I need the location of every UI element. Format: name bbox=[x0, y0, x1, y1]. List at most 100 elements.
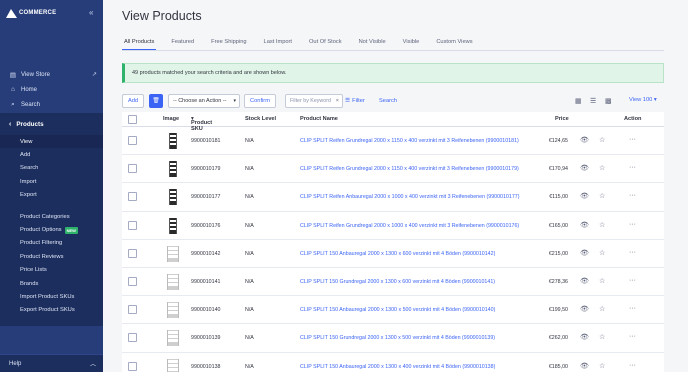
featured-star-icon[interactable]: ☆ bbox=[599, 305, 605, 313]
visibility-eye-icon[interactable]: 👁 bbox=[580, 333, 589, 341]
subnav-search[interactable]: Search bbox=[0, 162, 103, 175]
featured-star-icon[interactable]: ☆ bbox=[599, 277, 605, 285]
visibility-eye-icon[interactable]: 👁 bbox=[580, 277, 589, 285]
grid-view-icon[interactable]: ▦ bbox=[575, 97, 582, 105]
add-button[interactable]: Add bbox=[122, 94, 144, 108]
nav-search[interactable]: ⌕ Search bbox=[0, 97, 103, 112]
tab-custom-views[interactable]: Custom Views bbox=[434, 37, 474, 51]
stock-level: N/A bbox=[245, 363, 254, 370]
product-thumbnail[interactable] bbox=[169, 189, 177, 206]
search-button[interactable]: Search bbox=[379, 94, 397, 108]
tile-view-icon[interactable]: ▩ bbox=[605, 97, 612, 105]
tab-featured[interactable]: Featured bbox=[169, 37, 196, 51]
subnav-view[interactable]: View bbox=[0, 135, 103, 149]
product-name-link[interactable]: CLIP SPLIT 150 Anbauregal 2000 x 1300 x … bbox=[300, 307, 495, 313]
delete-button[interactable]: 🗑 bbox=[149, 94, 163, 108]
featured-star-icon[interactable]: ☆ bbox=[599, 362, 605, 370]
row-checkbox[interactable] bbox=[128, 192, 137, 202]
featured-star-icon[interactable]: ☆ bbox=[599, 136, 605, 144]
clear-icon[interactable]: × bbox=[336, 98, 339, 104]
product-name-link[interactable]: CLIP SPLIT 150 Anbauregal 2000 x 1300 x … bbox=[300, 364, 495, 370]
product-name-link[interactable]: CLIP SPLIT Reifen Grundregal 2000 x 1150… bbox=[300, 138, 519, 144]
table-row: 9900010139 N/A CLIP SPLIT 150 Grundregal… bbox=[122, 324, 664, 353]
product-thumbnail[interactable] bbox=[167, 273, 179, 290]
tab-last-import[interactable]: Last Import bbox=[262, 37, 294, 51]
help-menu[interactable]: Help ︿ bbox=[0, 354, 103, 372]
subnav-import[interactable]: Import bbox=[0, 175, 103, 188]
nav-home[interactable]: ⌂ Home bbox=[0, 82, 103, 97]
nav-view-store[interactable]: ▤ View Store ↗ bbox=[0, 67, 103, 82]
product-thumbnail[interactable] bbox=[169, 217, 177, 234]
row-checkbox[interactable] bbox=[128, 276, 137, 286]
bigcommerce-logo[interactable]: COMMERCE bbox=[6, 7, 56, 19]
featured-star-icon[interactable]: ☆ bbox=[599, 221, 605, 229]
subnav-product-categories[interactable]: Product Categories bbox=[0, 210, 103, 223]
more-actions-icon[interactable]: ··· bbox=[629, 192, 636, 199]
more-actions-icon[interactable]: ··· bbox=[629, 333, 636, 340]
visibility-eye-icon[interactable]: 👁 bbox=[580, 136, 589, 144]
more-actions-icon[interactable]: ··· bbox=[629, 277, 636, 284]
tab-free-shipping[interactable]: Free Shipping bbox=[209, 37, 248, 51]
product-name-link[interactable]: CLIP SPLIT 150 Grundregal 2000 x 1300 x … bbox=[300, 335, 495, 341]
subnav-export-skus[interactable]: Export Product SKUs bbox=[0, 304, 103, 317]
row-checkbox[interactable] bbox=[128, 248, 137, 258]
subnav-price-lists[interactable]: Price Lists bbox=[0, 264, 103, 277]
row-checkbox[interactable] bbox=[128, 164, 137, 174]
sku-sort[interactable]: Product SKU ▾ bbox=[191, 116, 212, 132]
subnav-import-skus[interactable]: Import Product SKUs bbox=[0, 290, 103, 303]
featured-star-icon[interactable]: ☆ bbox=[599, 249, 605, 257]
more-actions-icon[interactable]: ··· bbox=[629, 164, 636, 171]
subnav-brands[interactable]: Brands bbox=[0, 277, 103, 290]
featured-star-icon[interactable]: ☆ bbox=[599, 192, 605, 200]
tab-out-of-stock[interactable]: Out Of Stock bbox=[307, 37, 344, 51]
subnav-export[interactable]: Export bbox=[0, 189, 103, 202]
toolbar: Add 🗑 -- Choose an Action -- ▾ Confirm F… bbox=[122, 94, 664, 109]
action-select[interactable]: -- Choose an Action -- ▾ bbox=[168, 94, 240, 108]
product-thumbnail[interactable] bbox=[167, 358, 179, 372]
product-name-link[interactable]: CLIP SPLIT Reifen Grundregal 2000 x 1000… bbox=[300, 223, 519, 229]
featured-star-icon[interactable]: ☆ bbox=[599, 333, 605, 341]
collapse-sidebar-icon[interactable]: « bbox=[89, 8, 93, 17]
row-checkbox[interactable] bbox=[128, 333, 137, 343]
visibility-eye-icon[interactable]: 👁 bbox=[580, 305, 589, 313]
confirm-button[interactable]: Confirm bbox=[244, 94, 276, 108]
product-thumbnail[interactable] bbox=[167, 330, 179, 347]
row-checkbox[interactable] bbox=[128, 220, 137, 230]
nav-products[interactable]: ‹ Products bbox=[0, 113, 103, 135]
product-name-link[interactable]: CLIP SPLIT 150 Anbauregal 2000 x 1300 x … bbox=[300, 251, 495, 257]
more-actions-icon[interactable]: ··· bbox=[629, 305, 636, 312]
visibility-eye-icon[interactable]: 👁 bbox=[580, 221, 589, 229]
visibility-eye-icon[interactable]: 👁 bbox=[580, 164, 589, 172]
visibility-eye-icon[interactable]: 👁 bbox=[580, 362, 589, 370]
product-name-link[interactable]: CLIP SPLIT Reifen Anbauregal 2000 x 1000… bbox=[300, 194, 519, 200]
more-actions-icon[interactable]: ··· bbox=[629, 249, 636, 256]
tab-visible[interactable]: Visible bbox=[401, 37, 422, 51]
product-thumbnail[interactable] bbox=[167, 245, 179, 262]
select-all-checkbox[interactable] bbox=[128, 115, 137, 124]
subnav-add[interactable]: Add bbox=[0, 148, 103, 161]
product-name-link[interactable]: CLIP SPLIT Reifen Grundregal 2000 x 1150… bbox=[300, 166, 519, 172]
more-actions-icon[interactable]: ··· bbox=[629, 136, 636, 143]
subnav-product-options[interactable]: Product Options NEW bbox=[0, 223, 103, 236]
keyword-search-input[interactable]: Filter by Keyword × bbox=[285, 94, 343, 108]
row-checkbox[interactable] bbox=[128, 136, 137, 145]
product-thumbnail[interactable] bbox=[169, 133, 177, 149]
product-name-link[interactable]: CLIP SPLIT 150 Grundregal 2000 x 1300 x … bbox=[300, 279, 495, 285]
tab-all-products[interactable]: All Products bbox=[122, 37, 157, 51]
row-checkbox[interactable] bbox=[128, 361, 137, 371]
table-header: Image Product SKU ▾ Stock Level Product … bbox=[122, 112, 664, 132]
visibility-eye-icon[interactable]: 👁 bbox=[580, 249, 589, 257]
view-per-page-select[interactable]: View 100 ▾ bbox=[629, 97, 657, 103]
tab-not-visible[interactable]: Not Visible bbox=[357, 37, 388, 51]
row-checkbox[interactable] bbox=[128, 305, 137, 315]
featured-star-icon[interactable]: ☆ bbox=[599, 164, 605, 172]
product-thumbnail[interactable] bbox=[169, 161, 177, 178]
subnav-product-reviews[interactable]: Product Reviews bbox=[0, 250, 103, 263]
visibility-eye-icon[interactable]: 👁 bbox=[580, 192, 589, 200]
subnav-product-filtering[interactable]: Product Filtering bbox=[0, 237, 103, 250]
filter-button[interactable]: ☰ Filter bbox=[345, 94, 365, 108]
product-thumbnail[interactable] bbox=[167, 302, 179, 319]
list-view-icon[interactable]: ☰ bbox=[590, 97, 596, 105]
more-actions-icon[interactable]: ··· bbox=[629, 221, 636, 228]
more-actions-icon[interactable]: ··· bbox=[629, 362, 636, 369]
